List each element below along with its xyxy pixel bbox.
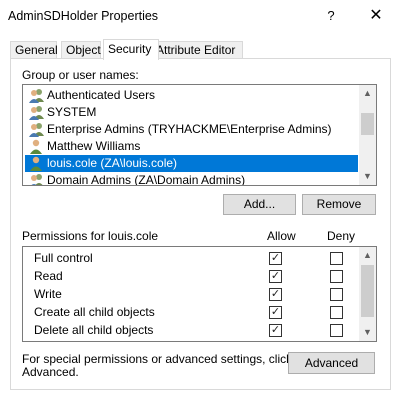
group-list-scrollbar[interactable]: ▲ ▼: [359, 85, 376, 185]
tab-object[interactable]: Object: [61, 41, 101, 59]
deny-checkbox[interactable]: [330, 324, 343, 337]
close-button[interactable]: ✕: [364, 5, 388, 27]
list-item[interactable]: Domain Admins (ZA\Domain Admins): [25, 172, 358, 185]
scrollbar-thumb[interactable]: [361, 265, 374, 317]
permissions-scrollbar[interactable]: ▲ ▼: [359, 247, 376, 341]
deny-checkbox[interactable]: [330, 252, 343, 265]
scroll-down-arrow-icon[interactable]: ▼: [359, 168, 376, 185]
permission-row: Create all child objects ✓: [23, 303, 361, 321]
advanced-button[interactable]: Advanced: [288, 352, 375, 374]
permissions-label: Permissions for louis.cole: [22, 229, 159, 243]
tab-general[interactable]: General: [10, 41, 58, 59]
list-item-selected[interactable]: louis.cole (ZA\louis.cole): [25, 155, 358, 172]
list-item[interactable]: Enterprise Admins (TRYHACKME\Enterprise …: [25, 121, 358, 138]
deny-checkbox[interactable]: [330, 306, 343, 319]
tab-strip: General Object Security Attribute Editor: [10, 39, 390, 60]
remove-button[interactable]: Remove: [302, 194, 376, 215]
tab-attribute-editor[interactable]: Attribute Editor: [151, 41, 243, 59]
special-permissions-text: For special permissions or advanced sett…: [22, 352, 293, 366]
help-button[interactable]: ?: [319, 5, 343, 27]
allow-checkbox[interactable]: ✓: [269, 252, 282, 265]
group-users-icon: [29, 106, 44, 120]
group-users-icon: [31, 174, 43, 185]
list-item[interactable]: Authenticated Users: [25, 87, 358, 104]
add-button[interactable]: Add...: [223, 194, 296, 215]
deny-checkbox[interactable]: [330, 270, 343, 283]
user-icon: [30, 156, 42, 171]
special-permissions-text-2: Advanced.: [22, 365, 79, 379]
permission-row: Full control ✓: [23, 249, 361, 267]
user-icon: [30, 139, 42, 154]
window-title: AdminSDHolder Properties: [8, 9, 159, 23]
scrollbar-thumb[interactable]: [361, 113, 374, 135]
permissions-list: Full control ✓ Read ✓ Write ✓ Create all…: [22, 246, 377, 342]
scroll-up-arrow-icon[interactable]: ▲: [359, 85, 376, 102]
allow-checkbox[interactable]: ✓: [269, 288, 282, 301]
group-users-icon: [29, 89, 44, 103]
permission-row: Read ✓: [23, 267, 361, 285]
group-users-icon: [29, 123, 44, 137]
tab-security[interactable]: Security: [103, 39, 159, 60]
title-bar: AdminSDHolder Properties ? ✕: [0, 0, 399, 33]
allow-header: Allow: [267, 229, 296, 243]
deny-header: Deny: [327, 229, 356, 243]
permission-row: Write ✓: [23, 285, 361, 303]
allow-checkbox[interactable]: ✓: [269, 306, 282, 319]
scroll-up-arrow-icon[interactable]: ▲: [359, 247, 376, 264]
group-user-list[interactable]: Authenticated Users SYSTEM Enterprise Ad…: [22, 84, 377, 186]
scroll-down-arrow-icon[interactable]: ▼: [359, 324, 376, 341]
allow-checkbox[interactable]: ✓: [269, 324, 282, 337]
deny-checkbox[interactable]: [330, 288, 343, 301]
group-list-label: Group or user names:: [22, 68, 139, 82]
list-item[interactable]: Matthew Williams: [25, 138, 358, 155]
permission-row: Delete all child objects ✓: [23, 321, 361, 339]
list-item[interactable]: SYSTEM: [25, 104, 358, 121]
allow-checkbox[interactable]: ✓: [269, 270, 282, 283]
